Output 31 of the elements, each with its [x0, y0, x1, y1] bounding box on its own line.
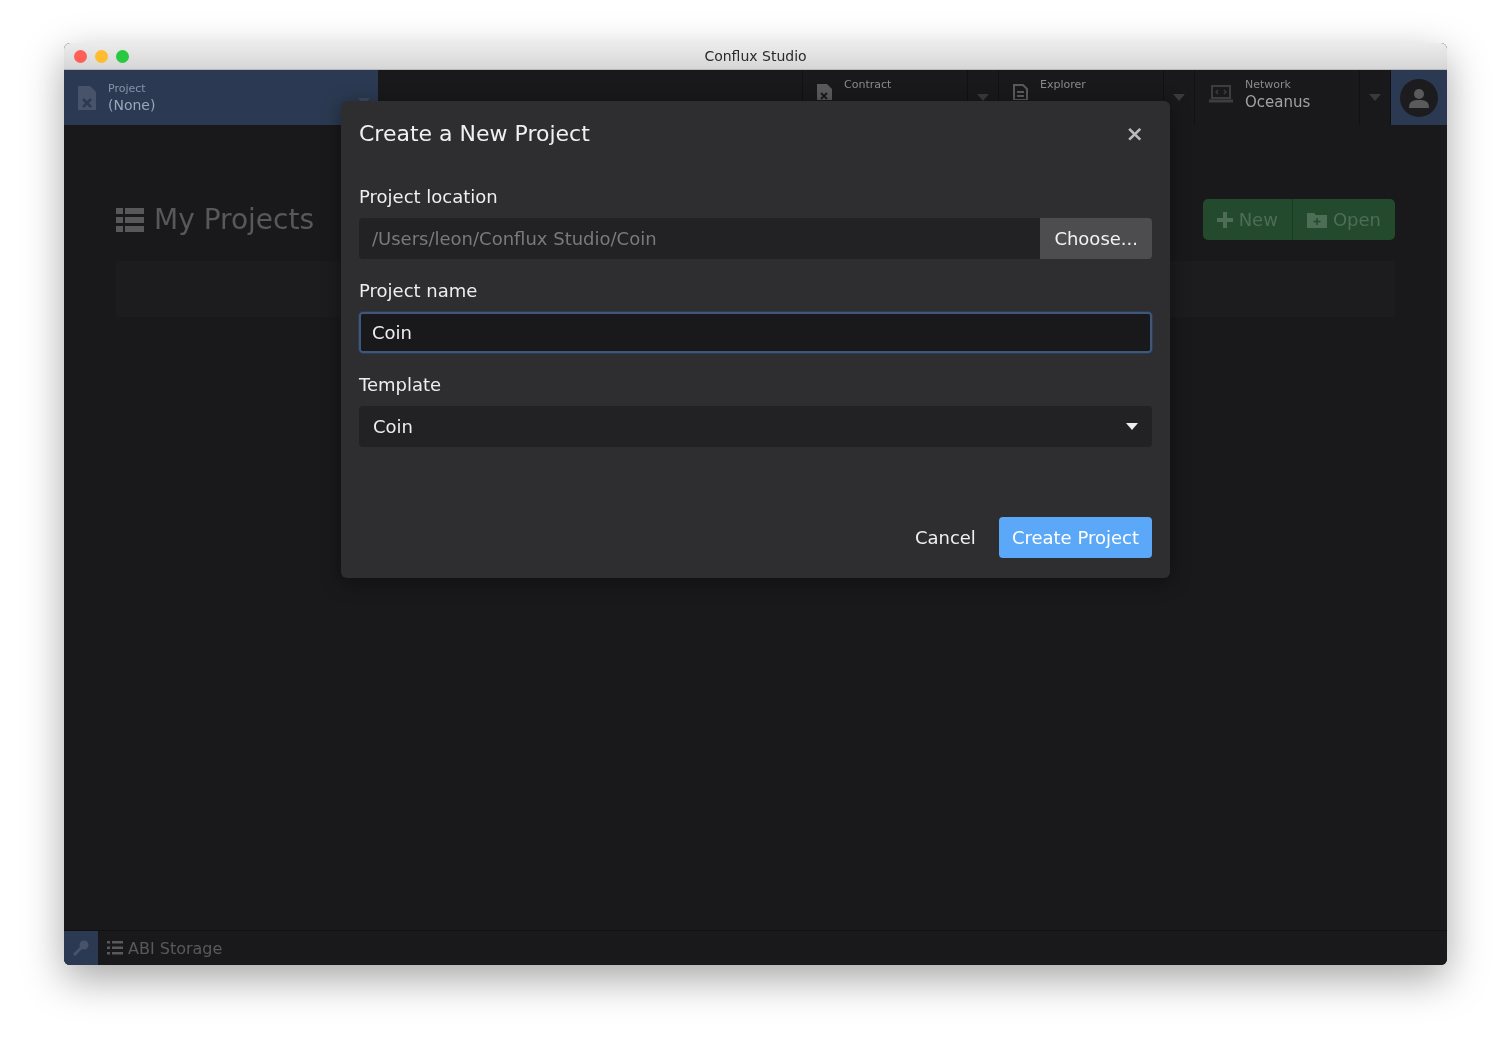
minimize-button[interactable]: [95, 49, 108, 63]
key-icon: [73, 940, 89, 956]
field-label: Project name: [359, 280, 479, 301]
caret-icon: [1126, 423, 1138, 430]
list-icon: [116, 207, 144, 232]
plus-icon: [1216, 211, 1233, 228]
caret-icon: [1369, 94, 1381, 101]
list-icon: [107, 941, 123, 955]
field-label: Project location: [359, 186, 499, 207]
folder-plus-icon: [1306, 211, 1327, 228]
contract-selector[interactable]: Contract: [803, 70, 967, 125]
project-selector[interactable]: Project (None): [64, 70, 378, 125]
field-label: Template: [359, 374, 443, 395]
zoom-button[interactable]: [116, 49, 129, 63]
network-selector[interactable]: Network Oceanus: [1195, 70, 1359, 125]
name-field[interactable]: Coin: [361, 314, 1150, 351]
user-avatar[interactable]: [1400, 78, 1438, 117]
close-window-button[interactable]: [74, 49, 87, 63]
file-icon: [817, 84, 832, 100]
choose-button[interactable]: Choose...: [1040, 218, 1152, 259]
file-icon: [78, 85, 96, 110]
user-icon: [1409, 87, 1429, 108]
location-field[interactable]: /Users/leon/Conflux Studio/Coin: [359, 218, 1041, 259]
key-button[interactable]: [64, 931, 98, 965]
template-dropdown[interactable]: Coin: [359, 406, 1152, 447]
document-icon: [1013, 84, 1028, 100]
laptop-icon: [1209, 84, 1233, 104]
window-title: Conflux Studio: [704, 48, 807, 64]
page-heading: My Projects: [154, 203, 314, 236]
cancel-button[interactable]: Cancel: [901, 517, 989, 558]
caret-icon: [1173, 94, 1185, 101]
